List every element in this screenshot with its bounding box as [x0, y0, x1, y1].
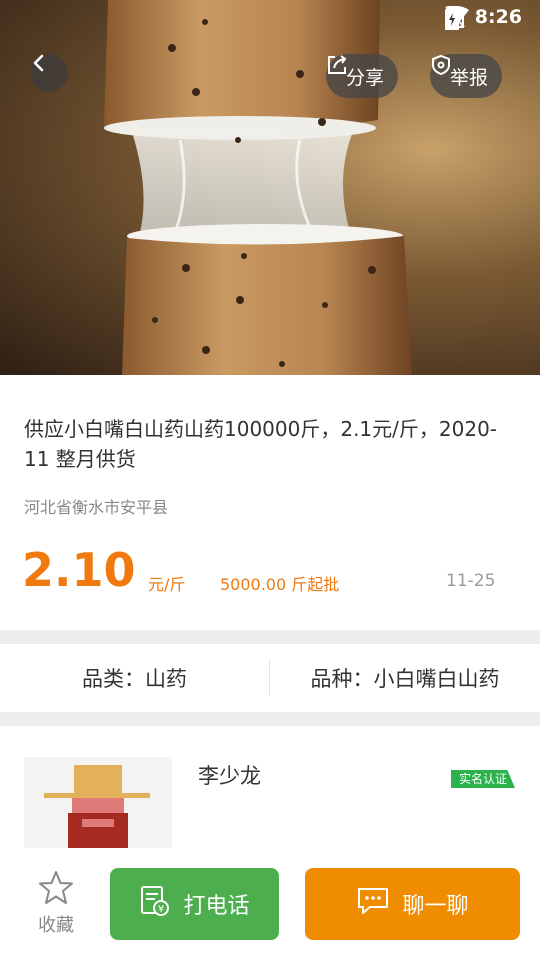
star-icon [37, 871, 75, 911]
product-location: 河北省衡水市安平县 [24, 498, 169, 517]
favorite-label: 收藏 [38, 915, 74, 936]
status-bar: 8:26 [0, 0, 540, 36]
status-time: 8:26 [474, 6, 522, 28]
seller-avatar[interactable] [24, 757, 172, 849]
section-divider [0, 630, 540, 644]
favorite-button[interactable]: 收藏 [30, 870, 82, 937]
chat-label: 聊一聊 [402, 894, 469, 919]
call-button[interactable]: ¥ 打电话 [110, 868, 279, 940]
chat-button[interactable]: 聊一聊 [305, 868, 520, 940]
back-button[interactable] [30, 54, 68, 92]
price-unit: 元/斤 [148, 575, 186, 594]
post-date: 11-25 [446, 571, 496, 591]
spec-variety: 品种：小白嘴白山药 [310, 667, 500, 691]
share-label: 分享 [346, 66, 385, 89]
phone-bill-icon: ¥ [139, 885, 171, 923]
verified-badge: 实名认证 [451, 770, 516, 788]
share-button[interactable]: 分享 [326, 54, 399, 98]
seller-name: 李少龙 [198, 764, 261, 788]
report-label: 举报 [450, 66, 489, 89]
chat-icon [356, 886, 390, 922]
spec-row: 品类：山药 品种：小白嘴白山药 [0, 644, 540, 712]
report-button[interactable]: 举报 [430, 54, 503, 98]
svg-text:¥: ¥ [158, 904, 164, 915]
product-price: 2.10 [22, 543, 136, 597]
spec-category: 品类：山药 [82, 667, 187, 691]
product-title: 供应小白嘴白山药山药100000斤，2.1元/斤，2020-11 整月供货 [24, 417, 498, 471]
product-image[interactable]: 8:26 分享 举报 [0, 0, 540, 375]
call-label: 打电话 [183, 894, 250, 919]
section-divider [0, 712, 540, 726]
minimum-order: 5000.00 斤起批 [220, 575, 340, 594]
